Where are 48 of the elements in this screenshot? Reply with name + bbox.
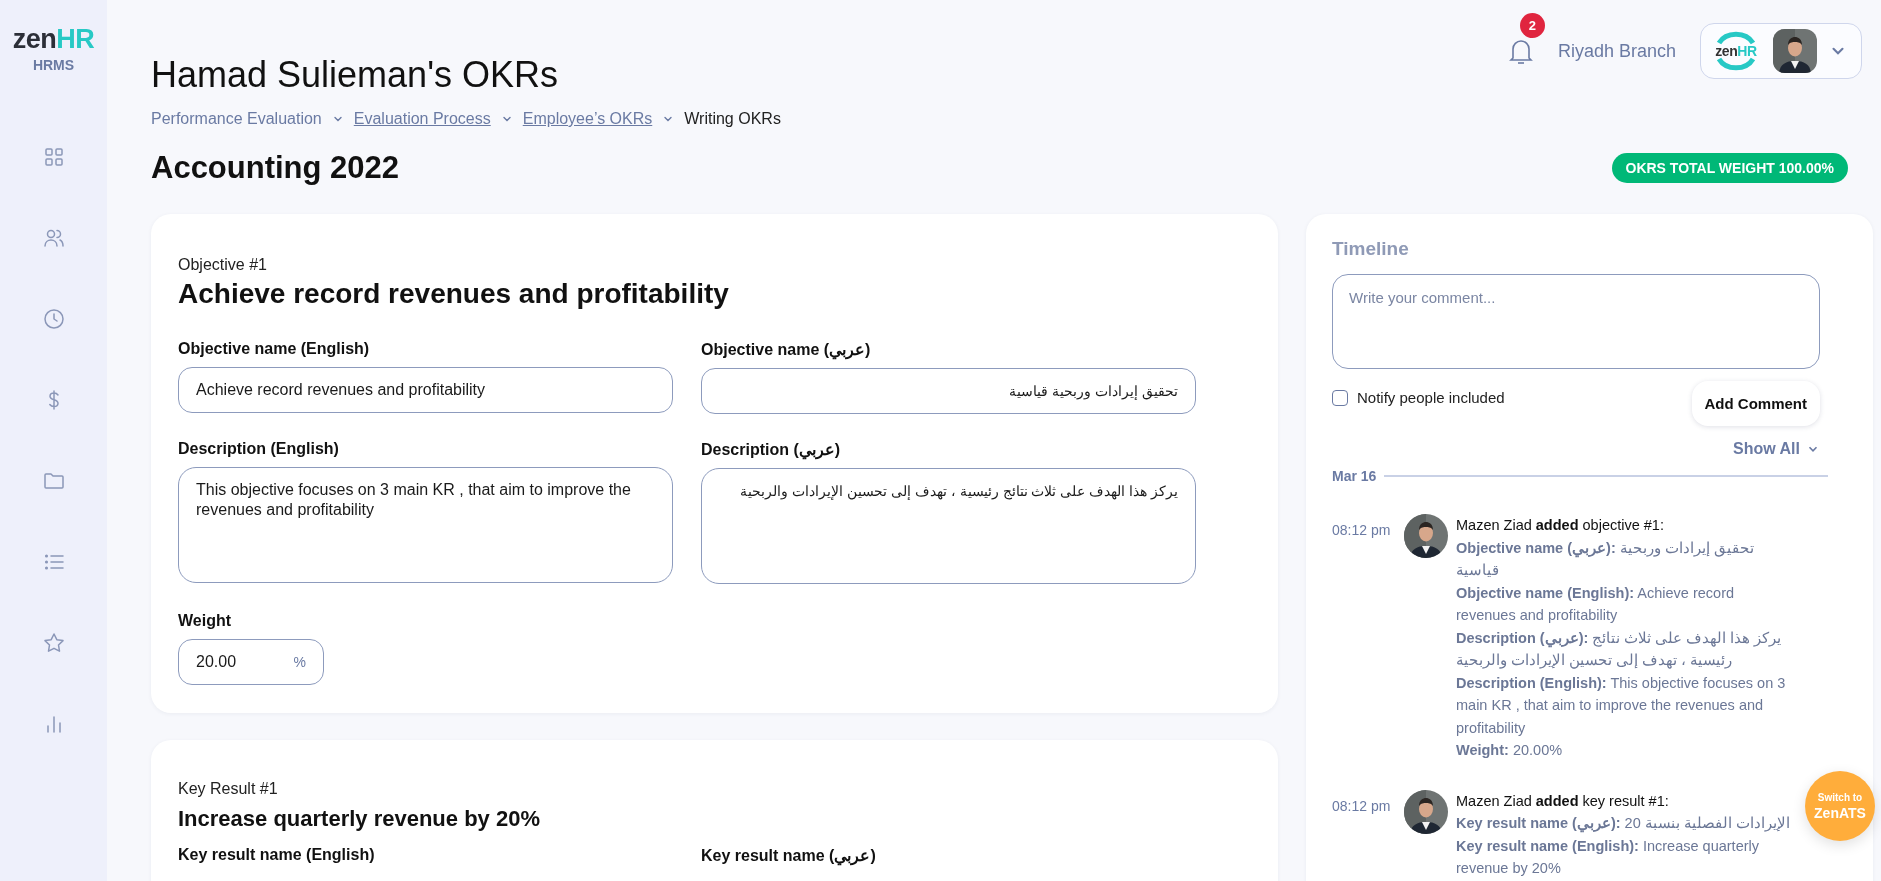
entry-time: 08:12 pm [1332, 521, 1392, 540]
account-switcher[interactable]: zenHR [1700, 23, 1862, 79]
entry-detail: Objective name (عربي): تحقيق إيرادات وربحية قياسية [1456, 538, 1755, 580]
entry-detail: Description (English): This objective focuses on 3 main KR , that aim to improve the revenues and profitability [1456, 673, 1787, 738]
input-field[interactable]: تحقيق إيرادات وربحية قياسية [701, 368, 1196, 414]
input-field[interactable]: Achieve record revenues and profitability [178, 367, 673, 413]
notify-checkbox[interactable]: Notify people included [1332, 389, 1505, 406]
field-label: Description (عربي) [701, 440, 842, 459]
entry-detail: Key result name (English): Increase quarterly revenue by 20% [1456, 836, 1760, 878]
logo[interactable]: zenHR [12, 24, 95, 55]
breadcrumb-item: Writing OKRs [684, 110, 781, 128]
breadcrumb-link[interactable]: Employee’s OKRs [522, 110, 653, 128]
add-comment-button[interactable]: Add Comment [1691, 381, 1820, 426]
key-result-title: Increase quarterly revenue by 20% [178, 806, 541, 832]
show-all-button[interactable]: Show All [1733, 440, 1820, 458]
field-label: Objective name (عربي) [701, 340, 872, 359]
timeline-title: Timeline [1332, 238, 1410, 260]
text-area[interactable]: يركز هذا الهدف على ثلاث نتائج رئيسية ، تهدف إلى تحسين الإيرادات والربحية [701, 468, 1196, 584]
entry-detail: Key result name (عربي): الإيرادات الفصلية بنسبة 20 [1456, 814, 1791, 835]
field-label: Weight [178, 612, 233, 630]
weight-field[interactable]: 20.00 % [178, 639, 324, 685]
key-result-caption: Key Result #1 [178, 780, 279, 798]
page-title: Hamad Sulieman's OKRs [151, 54, 560, 96]
entry-detail: Objective name (English): Achieve record revenues and profitability [1456, 583, 1736, 625]
field-label: Objective name (English) [178, 340, 371, 358]
entry-time: 08:12 pm [1332, 796, 1392, 816]
field-label: Description (English) [178, 440, 340, 458]
objective-title: Achieve record revenues and profitability [178, 278, 730, 310]
section-title: Accounting 2022 [151, 150, 400, 186]
field-label: Key result name (عربي) [701, 846, 877, 865]
star-icon[interactable] [41, 631, 66, 655]
total-weight-badge: OKRS TOTAL WEIGHT 100.00% [1611, 153, 1848, 183]
breadcrumb-item[interactable]: Performance Evaluation [151, 110, 322, 128]
entry-heading: Mazen Ziad added key result #1: [1456, 791, 1670, 811]
notification-count: 2 [1519, 13, 1545, 38]
breadcrumb-link[interactable]: Evaluation Process [353, 110, 491, 128]
clock-icon[interactable] [41, 307, 66, 331]
product-name: HRMS [32, 57, 75, 73]
entry-detail: Description (عربي): يركز هذا الهدف على ثلاث نتائج رئيسية ، تهدف إلى تحسين الإيرادات والربحية [1456, 628, 1783, 671]
entry-detail: Weight: 20.00% [1456, 741, 1564, 760]
text-area[interactable]: This objective focuses on 3 main KR , that aim to improve the revenues and profitability [178, 467, 673, 583]
company-logo: zenHR [1711, 31, 1761, 71]
date-label: Mar 16 [1332, 468, 1377, 484]
branch-name[interactable]: Riyadh Branch [1557, 40, 1676, 62]
comment-field[interactable]: Write your comment... [1332, 274, 1820, 369]
objective-caption: Objective #1 [178, 256, 268, 274]
entry-heading: Mazen Ziad added objective #1: [1456, 516, 1665, 535]
field-label: Key result name (English) [178, 846, 376, 865]
